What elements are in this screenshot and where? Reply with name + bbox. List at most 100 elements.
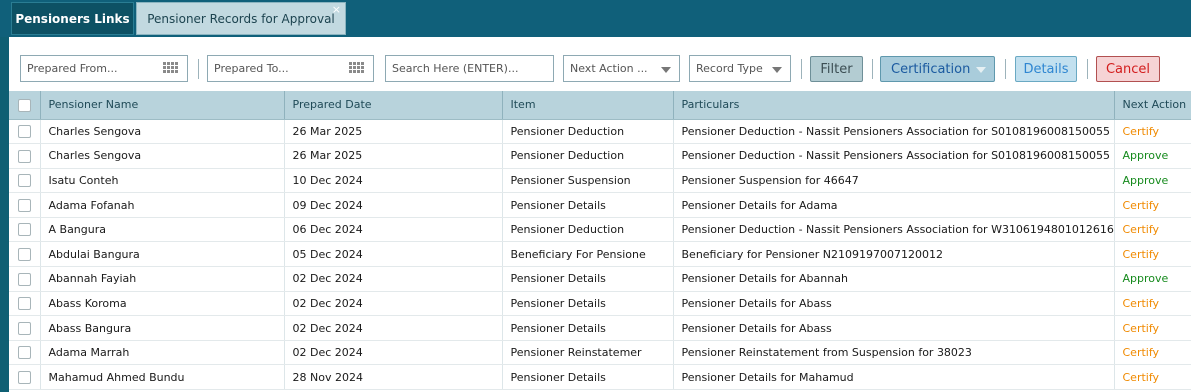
cell-prepared-date: 09 Dec 2024 — [284, 192, 503, 218]
cell-pensioner-name: Mahamud Ahmed Bundu — [40, 364, 285, 391]
cell-item: Pensioner Suspension — [502, 168, 674, 194]
calendar-icon[interactable] — [349, 62, 367, 76]
row-checkbox-cell — [9, 291, 41, 317]
record-type-select[interactable]: Record Type — [689, 55, 791, 82]
tab-pensioner-records-approval[interactable]: Pensioner Records for Approval × — [136, 2, 346, 35]
column-header-particulars[interactable]: Particulars — [673, 91, 1115, 120]
calendar-icon[interactable] — [163, 62, 181, 76]
prepared-from-placeholder: Prepared From... — [27, 62, 118, 75]
select-all-checkbox[interactable] — [17, 98, 31, 112]
row-checkbox[interactable] — [17, 297, 31, 311]
cell-pensioner-name: Abass Bangura — [40, 315, 285, 341]
table-row[interactable]: Charles Sengova 26 Mar 2025 Pensioner Dedu… — [9, 143, 1191, 169]
cell-particulars: Pensioner Details for Mahamud — [673, 364, 1115, 391]
row-checkbox[interactable] — [17, 149, 31, 163]
certification-dropdown-button[interactable]: Certification — [880, 56, 995, 82]
tab-label: Pensioner Records for Approval — [147, 11, 335, 26]
table-row[interactable]: Mahamud Ahmed Bundu 28 Nov 2024 Pensioner … — [9, 364, 1191, 391]
row-checkbox[interactable] — [17, 346, 31, 360]
tab-label: Pensioners Links — [15, 11, 130, 26]
row-checkbox[interactable] — [17, 370, 31, 384]
table-row[interactable]: Adama Fofanah 09 Dec 2024 Pensioner Detail… — [9, 192, 1191, 218]
table-row[interactable]: Charles Sengova 26 Mar 2025 Pensioner Dedu… — [9, 119, 1191, 145]
row-checkbox-cell — [9, 266, 41, 292]
cell-particulars: Pensioner Details for Abannah — [673, 266, 1115, 292]
cell-item: Pensioner Deduction — [502, 217, 674, 243]
details-button[interactable]: Details — [1015, 56, 1077, 82]
cell-pensioner-name: A Bangura — [40, 217, 285, 243]
row-checkbox[interactable] — [17, 248, 31, 262]
cell-next-action: Certify — [1114, 291, 1191, 317]
column-header-pensioner-name[interactable]: Pensioner Name — [40, 91, 285, 120]
chevron-down-icon — [976, 67, 986, 73]
select-all-header — [9, 91, 41, 120]
row-checkbox-cell — [9, 241, 41, 268]
row-checkbox[interactable] — [17, 198, 31, 212]
table-row[interactable]: A Bangura 06 Dec 2024 Pensioner Deduction P… — [9, 217, 1191, 243]
row-checkbox[interactable] — [17, 321, 31, 335]
cell-prepared-date: 05 Dec 2024 — [284, 241, 503, 268]
tab-pensioners-links[interactable]: Pensioners Links — [11, 2, 134, 35]
divider — [1005, 59, 1006, 79]
search-input[interactable]: Search Here (ENTER)... — [385, 55, 554, 82]
cell-pensioner-name: Isatu Conteh — [40, 168, 285, 194]
cell-item: Beneficiary For Pensione — [502, 241, 674, 268]
cell-pensioner-name: Abannah Fayiah — [40, 266, 285, 292]
cell-item: Pensioner Details — [502, 315, 674, 341]
row-checkbox-cell — [9, 315, 41, 341]
row-checkbox-cell — [9, 119, 41, 145]
cell-prepared-date: 26 Mar 2025 — [284, 119, 503, 145]
table-row[interactable]: Isatu Conteh 10 Dec 2024 Pensioner Suspens… — [9, 168, 1191, 194]
cell-prepared-date: 06 Dec 2024 — [284, 217, 503, 243]
cell-next-action: Approve — [1114, 266, 1191, 292]
cell-pensioner-name: Adama Fofanah — [40, 192, 285, 218]
row-checkbox[interactable] — [17, 125, 31, 139]
prepared-from-field[interactable]: Prepared From... — [20, 55, 188, 82]
search-placeholder: Search Here (ENTER)... — [392, 62, 519, 75]
cell-next-action: Certify — [1114, 119, 1191, 145]
cancel-button[interactable]: Cancel — [1096, 56, 1160, 82]
column-header-prepared-date[interactable]: Prepared Date — [284, 91, 503, 120]
cell-pensioner-name: Adama Marrah — [40, 340, 285, 366]
cell-particulars: Pensioner Deduction - Nassit Pensioners … — [673, 119, 1115, 145]
row-checkbox[interactable] — [17, 272, 31, 286]
cell-item: Pensioner Details — [502, 364, 674, 391]
cell-prepared-date: 02 Dec 2024 — [284, 266, 503, 292]
row-checkbox-cell — [9, 364, 41, 391]
cell-next-action: Certify — [1114, 241, 1191, 268]
records-table: Pensioner Name Prepared Date Item Partic… — [9, 91, 1191, 391]
table-row[interactable]: Abdulai Bangura 05 Dec 2024 Beneficiary Fo… — [9, 241, 1191, 268]
cell-item: Pensioner Details — [502, 266, 674, 292]
cell-next-action: Certify — [1114, 192, 1191, 218]
filter-toolbar: Prepared From... Prepared To... Search H… — [9, 37, 1191, 91]
tab-bar: Pensioners Links Pensioner Records for A… — [0, 0, 1191, 37]
cell-next-action: Certify — [1114, 217, 1191, 243]
close-icon[interactable]: × — [332, 4, 341, 15]
cell-next-action: Approve — [1114, 168, 1191, 194]
cell-item: Pensioner Details — [502, 291, 674, 317]
cell-particulars: Beneficiary for Pensioner N2109197007120… — [673, 241, 1115, 268]
table-row[interactable]: Abannah Fayiah 02 Dec 2024 Pensioner Detai… — [9, 266, 1191, 292]
column-header-item[interactable]: Item — [502, 91, 674, 120]
prepared-to-field[interactable]: Prepared To... — [207, 55, 374, 82]
record-type-label: Record Type — [696, 62, 763, 75]
row-checkbox-cell — [9, 143, 41, 169]
table-row[interactable]: Abass Bangura 02 Dec 2024 Pensioner Detail… — [9, 315, 1191, 341]
filter-button[interactable]: Filter — [810, 56, 863, 82]
cell-pensioner-name: Charles Sengova — [40, 143, 285, 169]
cell-prepared-date: 26 Mar 2025 — [284, 143, 503, 169]
table-row[interactable]: Abass Koroma 02 Dec 2024 Pensioner Details… — [9, 291, 1191, 317]
cell-particulars: Pensioner Deduction - Nassit Pensioners … — [673, 143, 1115, 169]
divider — [801, 59, 802, 79]
cell-particulars: Pensioner Details for Abass — [673, 315, 1115, 341]
cell-particulars: Pensioner Details for Abass — [673, 291, 1115, 317]
next-action-select[interactable]: Next Action ... — [563, 55, 680, 82]
row-checkbox[interactable] — [17, 223, 31, 237]
cell-prepared-date: 28 Nov 2024 — [284, 364, 503, 391]
table-row[interactable]: Adama Marrah 02 Dec 2024 Pensioner Reinsta… — [9, 340, 1191, 366]
column-header-next-action[interactable]: Next Action — [1114, 91, 1191, 120]
chevron-down-icon — [772, 67, 782, 73]
next-action-label: Next Action ... — [570, 62, 648, 75]
row-checkbox[interactable] — [17, 174, 31, 188]
cell-item: Pensioner Deduction — [502, 119, 674, 145]
